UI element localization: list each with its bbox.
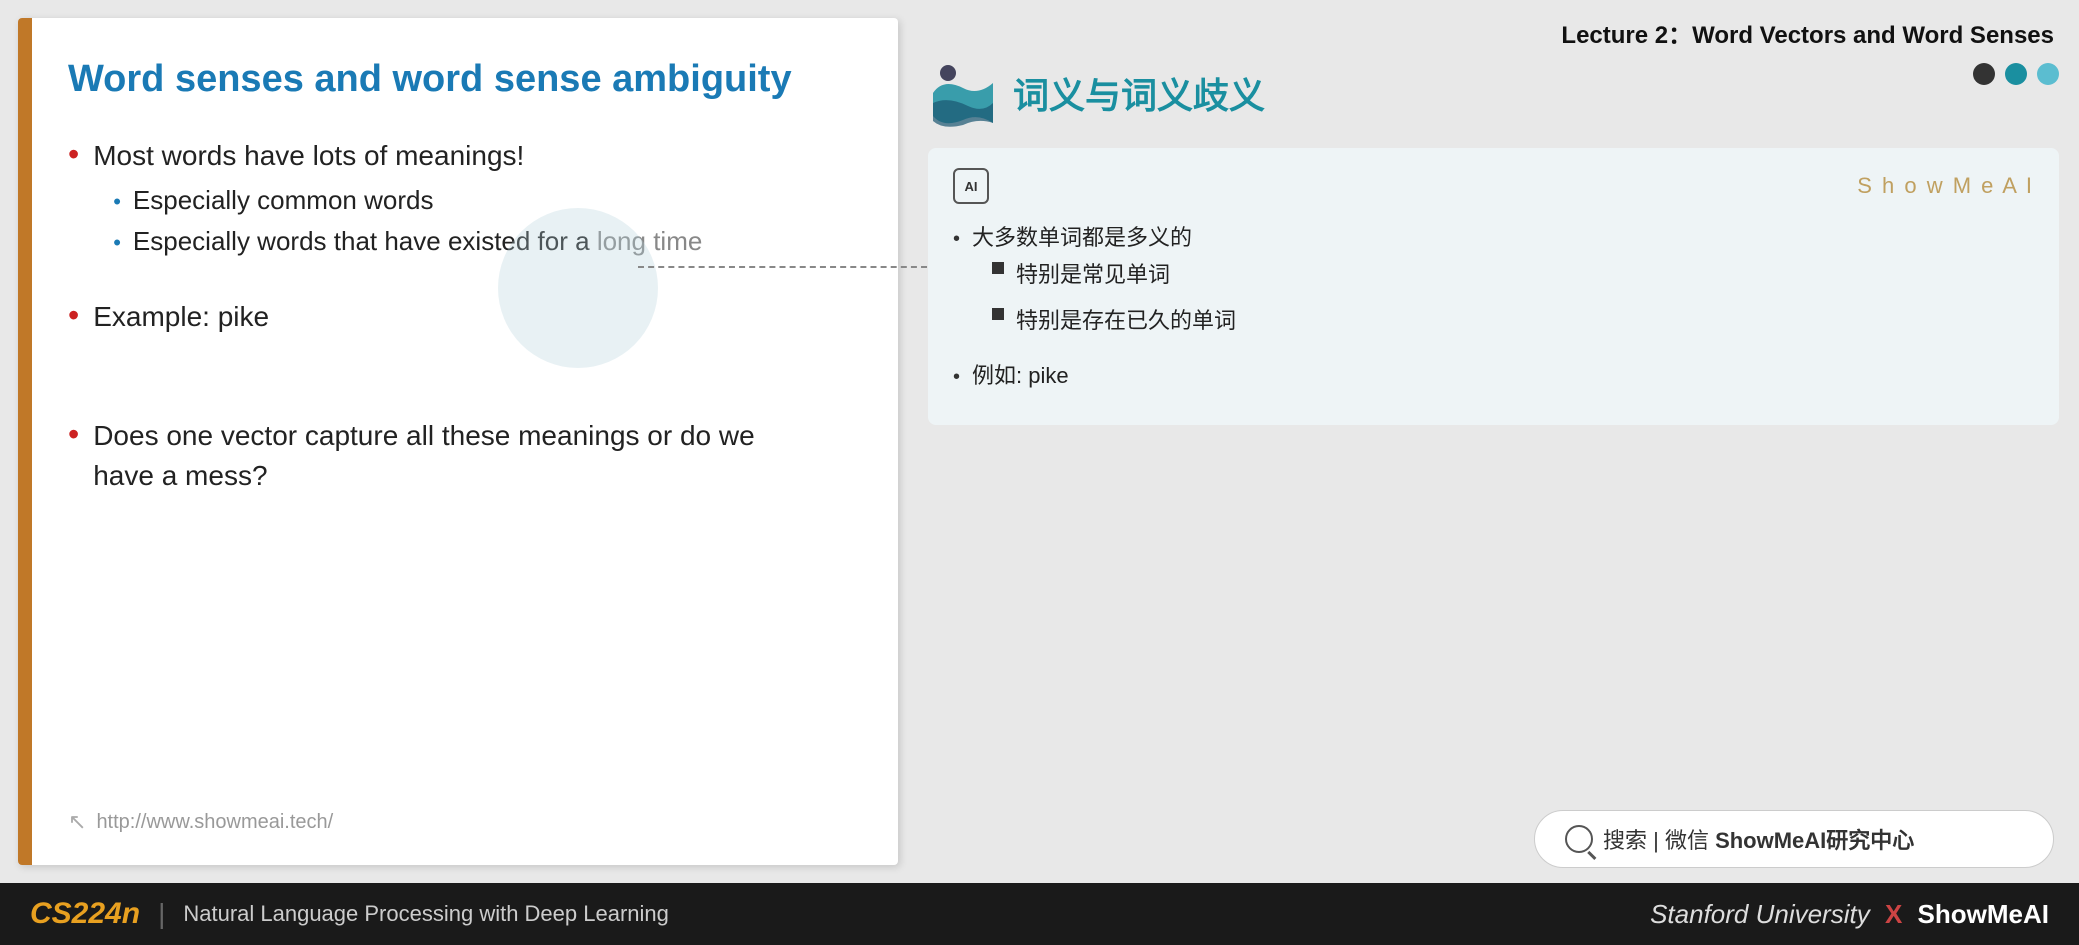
bottom-left: CS224n | Natural Language Processing wit…	[30, 897, 669, 931]
bullet-dot-red: •	[68, 138, 79, 170]
slide-body: • Most words have lots of meanings! • Es…	[68, 136, 848, 789]
nav-dots	[1973, 63, 2059, 85]
search-icon-handle	[1588, 850, 1597, 859]
translation-content: • 大多数单词都是多义的 特别是常见单词 特别是存在已久的单词	[953, 219, 2034, 395]
stanford-label: Stanford University	[1650, 899, 1870, 929]
bullet-item-2: • Example: pike	[68, 297, 848, 336]
trans-sub-square-1	[992, 262, 1004, 274]
bullet-text-3: Does one vector capture all these meanin…	[93, 416, 773, 494]
trans-bullet-2-text: 例如: pike	[972, 357, 1069, 394]
trans-sub-bullet-1-2: 特别是存在已久的单词	[992, 302, 1236, 339]
chinese-title-text: 词义与词义歧义	[1013, 67, 1265, 119]
trans-sub-bullets-1: 特别是常见单词 特别是存在已久的单词	[992, 256, 1236, 339]
search-text: 搜索 | 微信 ShowMeAI研究中心	[1603, 823, 1914, 855]
slide-panel: Word senses and word sense ambiguity • M…	[18, 18, 898, 865]
ai-icon: AI	[953, 168, 989, 204]
trans-bullet-dot-1: •	[953, 222, 960, 256]
bottom-divider: |	[158, 898, 165, 930]
trans-bullet-1: • 大多数单词都是多义的 特别是常见单词 特别是存在已久的单词	[953, 219, 2034, 347]
sub-bullet-dot-2: •	[113, 230, 121, 256]
x-separator: X	[1885, 899, 1902, 929]
trans-bullet-dot-2: •	[953, 360, 960, 394]
sub-bullet-dot-1: •	[113, 189, 121, 215]
slide-title: Word senses and word sense ambiguity	[68, 58, 848, 101]
slide-footer-link: ↖ http://www.showmeai.tech/	[68, 809, 848, 835]
ai-icon-label: AI	[965, 179, 978, 194]
slide-footer: ↖ http://www.showmeai.tech/	[68, 789, 848, 835]
decorative-circle	[498, 208, 658, 368]
bullet-dot-red-2: •	[68, 299, 79, 331]
bullet-dot-red-3: •	[68, 418, 79, 450]
trans-bullet-1-text: 大多数单词都是多义的	[972, 219, 1236, 256]
trans-bullet-2: • 例如: pike	[953, 357, 2034, 394]
bottom-bar: CS224n | Natural Language Processing wit…	[0, 883, 2079, 945]
translation-box: AI S h o w M e A I • 大多数单词都是多义的 特别是常见单词	[928, 148, 2059, 425]
right-panel: Lecture 2：Word Vectors and Word Senses 词…	[918, 0, 2079, 883]
bullet-text-2: Example: pike	[93, 297, 269, 336]
search-icon	[1565, 825, 1593, 853]
showmeai-brand: S h o w M e A I	[1857, 173, 2034, 199]
nav-dot-1[interactable]	[1973, 63, 1995, 85]
trans-sub-square-2	[992, 308, 1004, 320]
chinese-title-area: 词义与词义歧义	[928, 58, 2059, 128]
slide-content: Word senses and word sense ambiguity • M…	[18, 18, 898, 865]
trans-bullet-1-content: 大多数单词都是多义的 特别是常见单词 特别是存在已久的单词	[972, 219, 1236, 347]
nav-dot-2[interactable]	[2005, 63, 2027, 85]
chinese-panel-icon	[928, 58, 998, 128]
nav-dot-3[interactable]	[2037, 63, 2059, 85]
translation-box-header: AI S h o w M e A I	[953, 168, 2034, 204]
showmeai-bottom-label: ShowMeAI	[1918, 899, 2049, 929]
trans-sub-text-1-2: 特别是存在已久的单词	[1016, 302, 1236, 339]
course-code-label: CS224n	[30, 897, 140, 931]
slide-accent-bar	[18, 18, 32, 865]
footer-url[interactable]: http://www.showmeai.tech/	[96, 811, 333, 834]
cursor-icon: ↖	[68, 809, 86, 835]
lecture-header: Lecture 2：Word Vectors and Word Senses	[928, 15, 2059, 50]
bullet-text-1: Most words have lots of meanings!	[93, 136, 702, 175]
bullet-item-1: • Most words have lots of meanings! • Es…	[68, 136, 848, 267]
trans-sub-bullet-1-1: 特别是常见单词	[992, 256, 1236, 293]
search-bar-area: 搜索 | 微信 ShowMeAI研究中心	[928, 810, 2059, 868]
bottom-right: Stanford University X ShowMeAI	[1650, 899, 2049, 930]
trans-sub-text-1-1: 特别是常见单词	[1016, 256, 1170, 293]
search-bold-text: ShowMeAI研究中心	[1715, 828, 1914, 853]
sub-bullet-text-1-1: Especially common words	[133, 185, 434, 216]
sub-bullet-1-1: • Especially common words	[113, 185, 702, 216]
course-name-label: Natural Language Processing with Deep Le…	[183, 901, 669, 927]
search-bar[interactable]: 搜索 | 微信 ShowMeAI研究中心	[1534, 810, 2054, 868]
bullet-item-3: • Does one vector capture all these mean…	[68, 416, 848, 494]
